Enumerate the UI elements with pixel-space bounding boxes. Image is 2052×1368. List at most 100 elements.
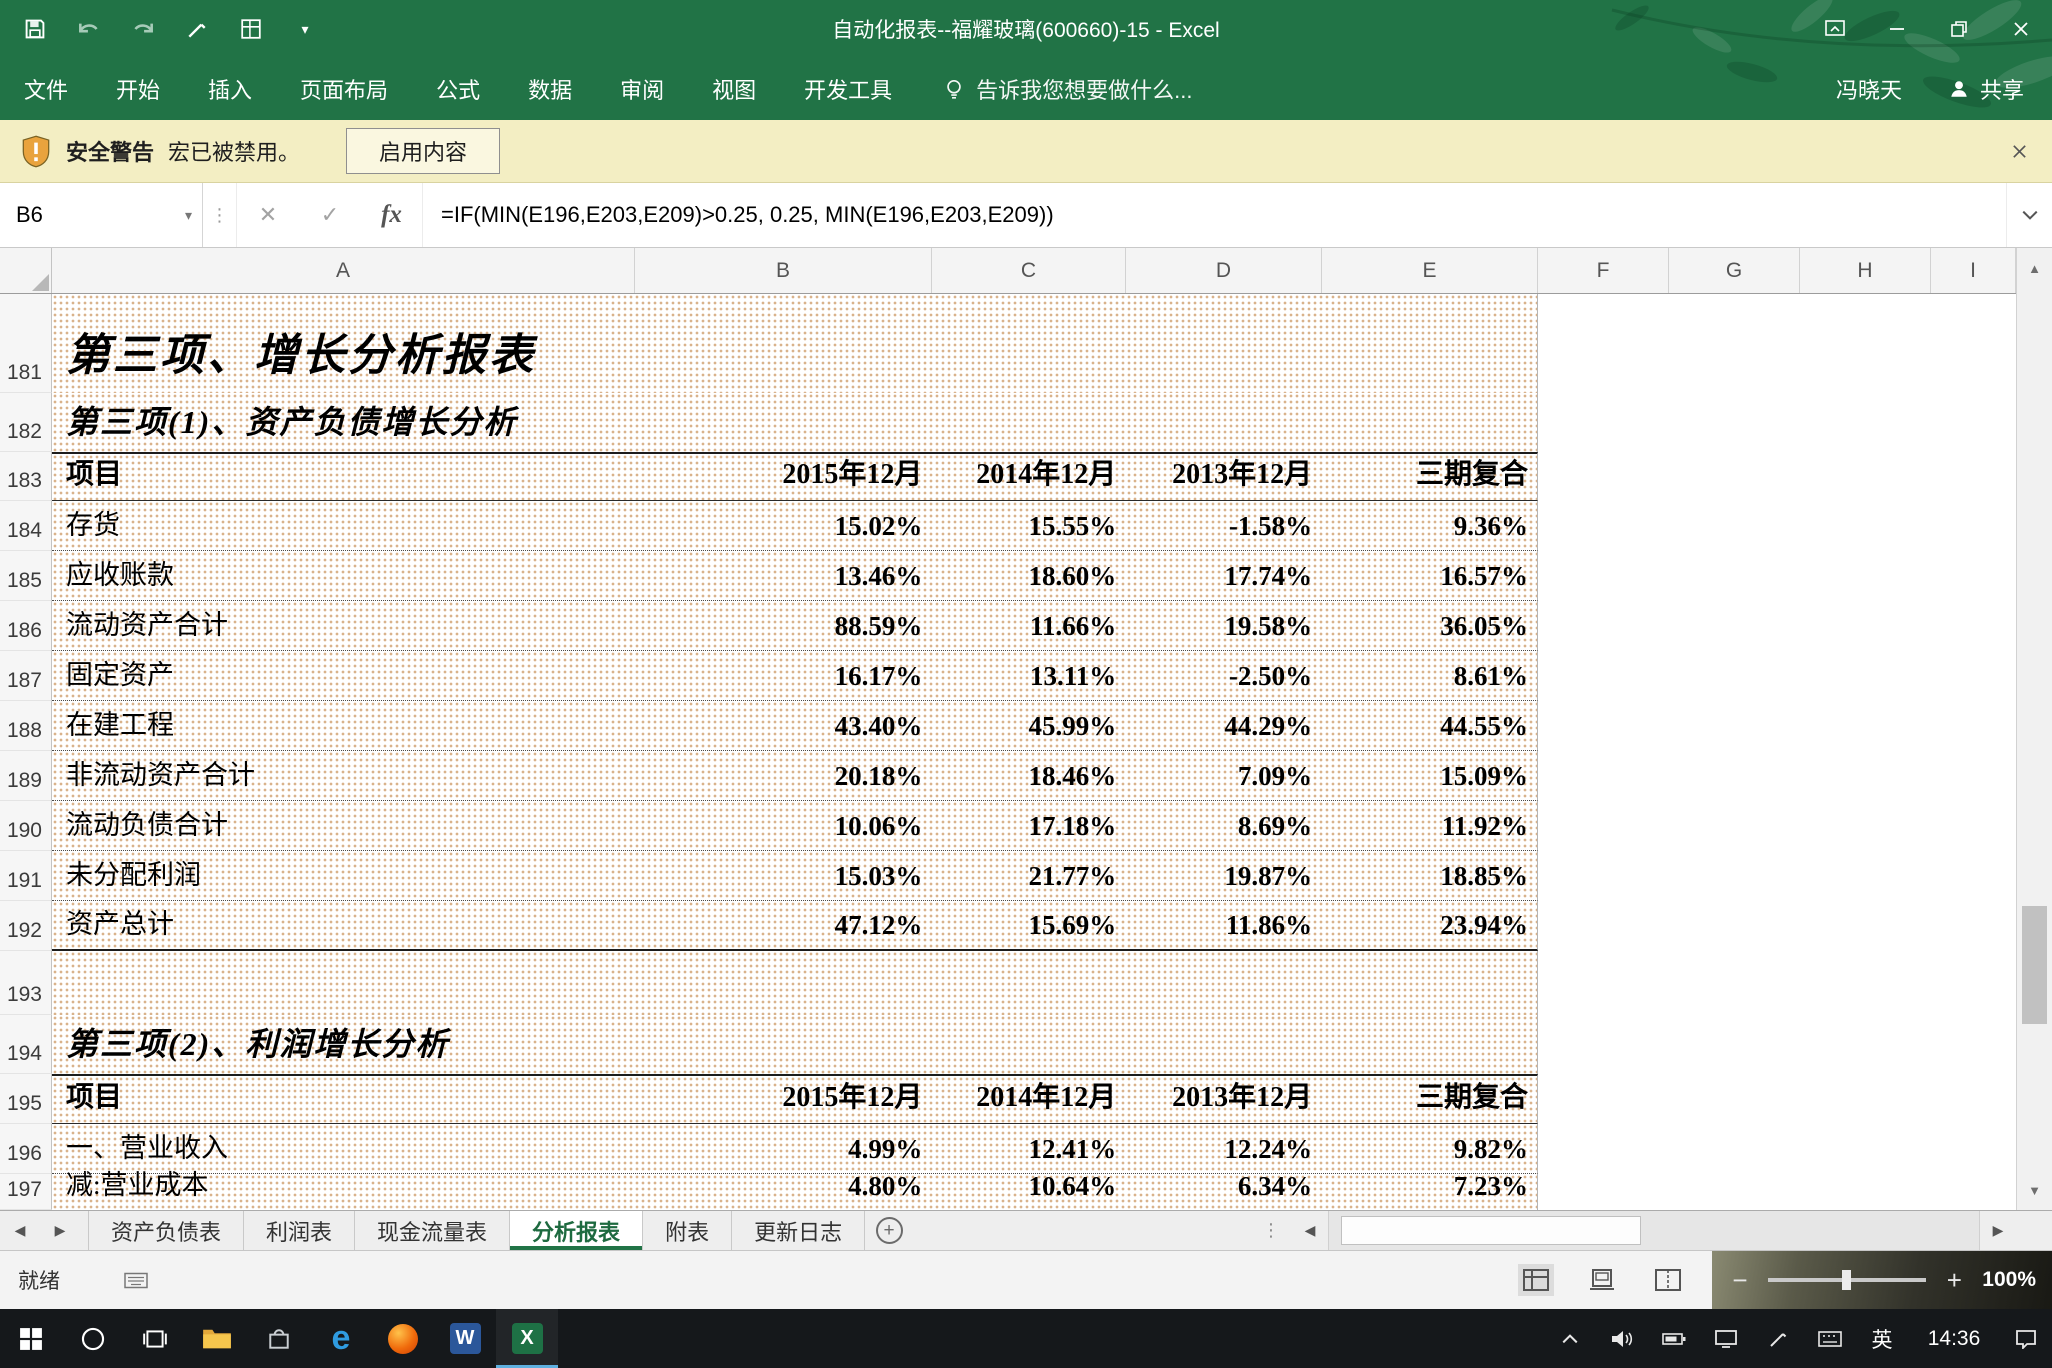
row-number[interactable]: 192 — [0, 901, 52, 951]
maximize-button[interactable] — [1928, 0, 1990, 58]
grid-empty-area[interactable] — [1538, 951, 2016, 1015]
column-header[interactable]: D — [1126, 248, 1322, 293]
ribbon-tab-home[interactable]: 开始 — [92, 58, 184, 120]
grid-cell[interactable]: 88.59% — [635, 601, 932, 650]
grid-cell[interactable]: 4.99% — [635, 1124, 932, 1173]
row-number[interactable]: 196 — [0, 1124, 52, 1174]
grid-cell[interactable]: 固定资产 — [52, 651, 635, 700]
zoom-out-button[interactable]: − — [1728, 1265, 1752, 1296]
clock[interactable]: 14:36 — [1908, 1309, 2000, 1368]
grid-cell[interactable]: 流动负债合计 — [52, 801, 635, 850]
zoom-in-button[interactable]: + — [1942, 1265, 1966, 1296]
grid-empty-area[interactable] — [1538, 601, 2016, 651]
sheet-tab[interactable]: 附表 — [643, 1211, 732, 1250]
column-header[interactable]: I — [1931, 248, 2016, 293]
vscroll-down-button[interactable]: ▼ — [2017, 1170, 2052, 1210]
insert-function-button[interactable]: fx — [361, 183, 423, 247]
grid-empty-area[interactable] — [1538, 1074, 2016, 1124]
ribbon-tab-page-layout[interactable]: 页面布局 — [276, 58, 412, 120]
grid-cell[interactable]: 11.92% — [1321, 801, 1537, 850]
grid-cell[interactable]: 13.46% — [635, 551, 932, 600]
grid-cell[interactable]: 10.06% — [635, 801, 932, 850]
grid-cell[interactable]: 18.60% — [931, 551, 1125, 600]
excel-button[interactable]: X — [496, 1309, 558, 1368]
chevron-down-icon[interactable]: ▾ — [185, 207, 192, 224]
grid-cell[interactable]: 存货 — [52, 501, 635, 550]
column-header[interactable]: H — [1800, 248, 1931, 293]
close-button[interactable] — [1990, 0, 2052, 58]
user-name[interactable]: 冯晓天 — [1836, 73, 1902, 105]
store-button[interactable] — [248, 1309, 310, 1368]
ribbon-tab-file[interactable]: 文件 — [0, 58, 92, 120]
horizontal-scrollbar[interactable]: ◀ ▶ — [1292, 1211, 2052, 1250]
ribbon-tab-insert[interactable]: 插入 — [184, 58, 276, 120]
column-header[interactable]: E — [1322, 248, 1538, 293]
grid-cell[interactable]: 7.09% — [1125, 751, 1321, 800]
grid-cell[interactable]: 12.24% — [1125, 1124, 1321, 1173]
grid-cell[interactable]: 13.11% — [931, 651, 1125, 700]
zoom-slider[interactable] — [1768, 1278, 1926, 1282]
tell-me-box[interactable]: 告诉我您想要做什么... — [944, 73, 1192, 105]
grid-empty-area[interactable] — [1538, 751, 2016, 801]
column-header[interactable]: B — [635, 248, 932, 293]
row-number[interactable]: 183 — [0, 452, 52, 501]
grid-cell[interactable]: 19.58% — [1125, 601, 1321, 650]
grid-cell[interactable]: 非流动资产合计 — [52, 751, 635, 800]
ribbon-tab-formulas[interactable]: 公式 — [412, 58, 504, 120]
grid-cell[interactable]: 三期复合 — [1321, 1076, 1537, 1123]
vscroll-thumb[interactable] — [2022, 906, 2047, 1024]
vscroll-track[interactable] — [2017, 288, 2052, 1170]
add-sheet-button[interactable]: + — [865, 1211, 913, 1250]
cancel-button[interactable]: ✕ — [237, 183, 299, 247]
grid-empty-area[interactable] — [1538, 901, 2016, 951]
select-all-button[interactable] — [0, 248, 52, 293]
grid-cell[interactable]: 21.77% — [931, 851, 1125, 900]
formula-bar-splitter[interactable]: ⋮ — [203, 183, 237, 247]
hscroll-left-button[interactable]: ◀ — [1292, 1211, 1328, 1250]
hscroll-right-button[interactable]: ▶ — [1980, 1211, 2016, 1250]
sheet-tab[interactable]: 利润表 — [244, 1211, 355, 1250]
grid-cell[interactable]: 流动资产合计 — [52, 601, 635, 650]
grid-cell[interactable]: 19.87% — [1125, 851, 1321, 900]
sheet-tab[interactable]: 更新日志 — [732, 1211, 865, 1250]
grid-cell[interactable]: 第三项(2)、利润增长分析 — [52, 1015, 1538, 1074]
grid-cell[interactable]: 2014年12月 — [931, 1076, 1125, 1123]
grid-cell[interactable]: 11.86% — [1125, 901, 1321, 949]
word-button[interactable]: W — [434, 1309, 496, 1368]
column-header[interactable]: A — [52, 248, 635, 293]
row-number[interactable]: 187 — [0, 651, 52, 701]
grid-cell[interactable]: 2014年12月 — [931, 454, 1125, 500]
grid-empty-area[interactable] — [1538, 651, 2016, 701]
action-center-button[interactable] — [2000, 1309, 2052, 1368]
grid-cell[interactable]: 18.85% — [1321, 851, 1537, 900]
enter-button[interactable]: ✓ — [299, 183, 361, 247]
touch-keyboard-button[interactable] — [1804, 1309, 1856, 1368]
grid-cell[interactable]: 18.46% — [931, 751, 1125, 800]
vscroll-up-button[interactable]: ▲ — [2017, 248, 2052, 288]
hscroll-track[interactable] — [1328, 1211, 1980, 1250]
zoom-level[interactable]: 100% — [1982, 1268, 2036, 1292]
cortana-button[interactable] — [62, 1309, 124, 1368]
formula-input[interactable]: =IF(MIN(E196,E203,E209)>0.25, 0.25, MIN(… — [423, 183, 2006, 247]
redo-button[interactable] — [128, 14, 158, 44]
ribbon-tab-data[interactable]: 数据 — [504, 58, 596, 120]
start-button[interactable] — [0, 1309, 62, 1368]
grid-cell[interactable]: 项目 — [52, 454, 635, 500]
row-number[interactable]: 184 — [0, 501, 52, 551]
grid-cell[interactable]: 7.23% — [1321, 1174, 1537, 1210]
undo-button[interactable] — [74, 14, 104, 44]
row-number[interactable]: 197 — [0, 1174, 52, 1210]
grid-cell[interactable]: 15.02% — [635, 501, 932, 550]
close-message-bar-button[interactable] — [2011, 143, 2028, 160]
sheet-tab[interactable]: 现金流量表 — [355, 1211, 510, 1250]
grid-empty-area[interactable] — [1538, 393, 2016, 452]
grid-cell[interactable]: 第三项、增长分析报表 — [52, 294, 1538, 393]
name-box[interactable]: B6 ▾ — [0, 183, 203, 247]
grid-cell[interactable]: 15.69% — [931, 901, 1125, 949]
tab-splitter[interactable]: ⋮ — [1250, 1211, 1292, 1250]
grid-cell[interactable]: 9.82% — [1321, 1124, 1537, 1173]
grid-cell[interactable]: 12.41% — [931, 1124, 1125, 1173]
grid-cell[interactable]: 第三项(1)、资产负债增长分析 — [52, 393, 1538, 452]
row-number[interactable]: 188 — [0, 701, 52, 751]
row-number[interactable]: 190 — [0, 801, 52, 851]
